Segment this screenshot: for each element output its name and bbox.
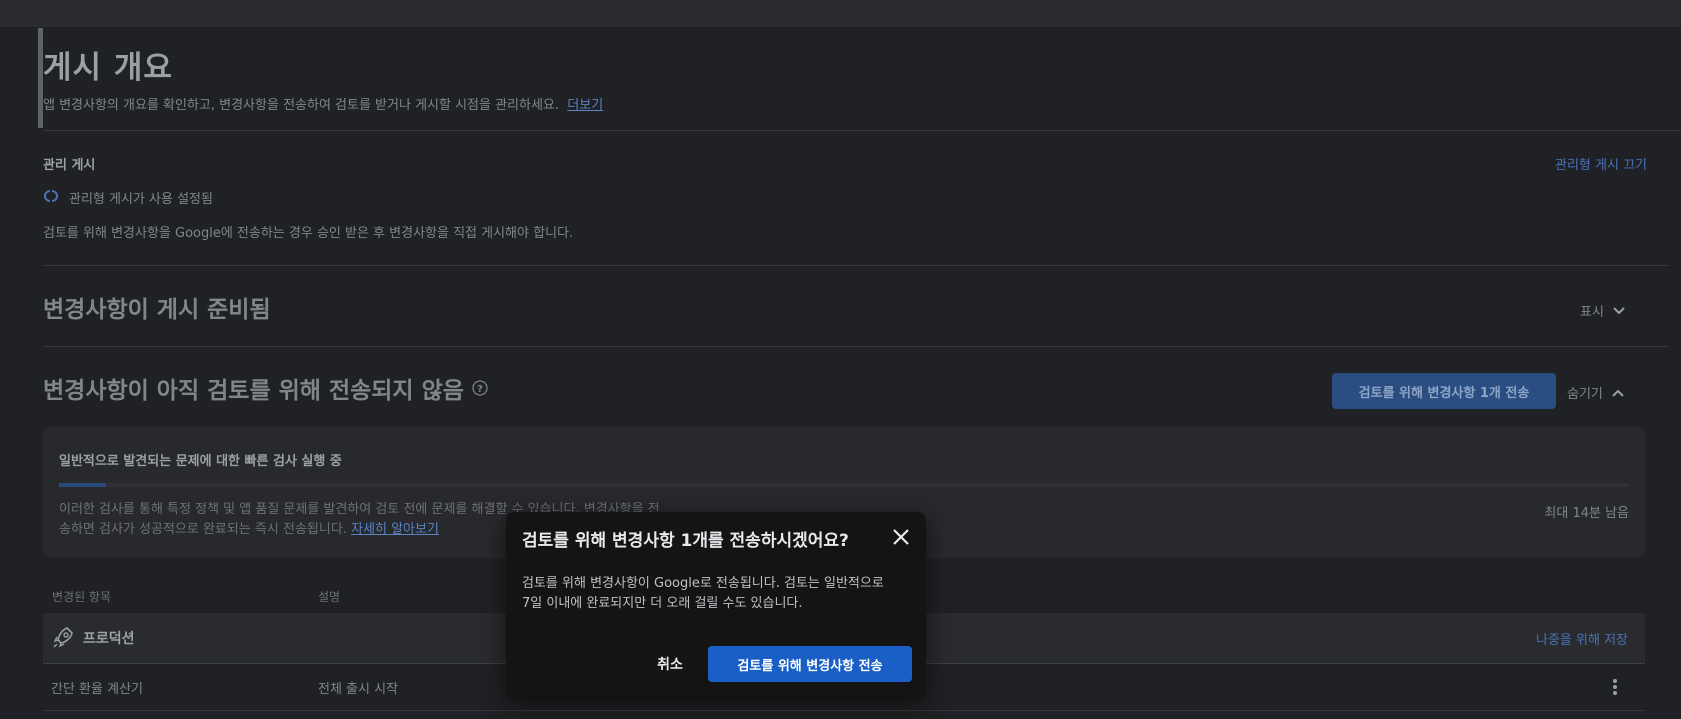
row-item: 간단 환율 계산기 (51, 682, 143, 697)
divider (43, 265, 1669, 266)
close-icon[interactable] (888, 524, 914, 550)
managed-publishing-status-text: 관리형 게시가 사용 설정됨 (69, 192, 213, 207)
confirm-send-button[interactable]: 검토를 위해 변경사항 전송 (708, 646, 912, 682)
column-header-description: 설명 (318, 590, 341, 604)
not-sent-title: 변경사항이 아직 검토를 위해 전송되지 않음 (43, 378, 464, 404)
cancel-button[interactable]: 취소 (636, 646, 704, 682)
quick-checks-progress-fill (59, 483, 107, 487)
dialog-body: 검토를 위해 변경사항이 Google로 전송됩니다. 검토는 일반적으로 7일… (522, 574, 917, 614)
production-label: 프로덕션 (83, 631, 135, 647)
column-header-changed-item: 변경된 항목 (52, 590, 112, 604)
divider (43, 710, 1645, 711)
chevron-down-icon (1613, 306, 1625, 314)
page-description: 앱 변경사항의 개요를 확인하고, 변경사항을 전송하여 검토를 받거나 게시할… (43, 94, 603, 113)
send-changes-for-review-button[interactable]: 검토를 위해 변경사항 1개 전송 (1332, 373, 1556, 409)
managed-publishing-label: 관리 게시 (43, 158, 96, 173)
save-for-later-link[interactable]: 나중을 위해 저장 (1536, 629, 1628, 648)
learn-more-link[interactable]: 자세히 알아보기 (351, 522, 439, 537)
more-vert-icon[interactable] (1612, 678, 1618, 696)
quick-checks-progress (59, 483, 1629, 487)
ready-to-publish-title: 변경사항이 게시 준비됨 (43, 297, 271, 323)
turn-off-managed-publishing-link[interactable]: 관리형 게시 끄기 (1555, 154, 1647, 173)
rocket-icon (53, 627, 73, 648)
dialog-body-line1: 검토를 위해 변경사항이 Google로 전송됩니다. 검토는 일반적으로 (522, 576, 884, 591)
managed-publishing-note: 검토를 위해 변경사항을 Google에 전송하는 경우 승인 받은 후 변경사… (43, 226, 574, 241)
page-description-text: 앱 변경사항의 개요를 확인하고, 변경사항을 전송하여 검토를 받거나 게시할… (43, 98, 560, 113)
row-description: 전체 출시 시작 (318, 682, 399, 697)
ready-to-publish-heading: 변경사항이 게시 준비됨 (43, 290, 271, 324)
not-sent-heading: 변경사항이 아직 검토를 위해 전송되지 않음 ? (43, 371, 488, 405)
send-for-review-dialog: 검토를 위해 변경사항 1개를 전송하시겠어요? 검토를 위해 변경사항이 Go… (506, 512, 926, 698)
page-title: 게시 개요 (43, 50, 173, 86)
top-bar (0, 0, 1681, 27)
managed-publishing-icon (43, 189, 59, 207)
more-link[interactable]: 더보기 (567, 98, 603, 113)
svg-text:?: ? (477, 384, 483, 395)
chevron-up-icon (1612, 389, 1624, 397)
divider (43, 346, 1669, 347)
ready-section-toggle-label: 표시 (1580, 305, 1604, 320)
divider (43, 130, 1681, 131)
ready-section-toggle[interactable]: 표시 (1580, 301, 1626, 320)
quick-checks-title: 일반적으로 발견되는 문제에 대한 빠른 검사 실행 중 (59, 454, 342, 469)
not-sent-section-toggle[interactable]: 숨기기 (1567, 383, 1625, 402)
not-sent-section-toggle-label: 숨기기 (1567, 387, 1603, 402)
quick-checks-description-line2: 송하면 검사가 성공적으로 완료되는 즉시 전송됩니다. (59, 522, 347, 537)
time-remaining: 최대 14분 남음 (1544, 506, 1629, 521)
help-icon[interactable]: ? (472, 380, 488, 396)
managed-publishing-status: 관리형 게시가 사용 설정됨 (43, 188, 213, 207)
dialog-body-line2: 7일 이내에 완료되지만 더 오래 걸릴 수도 있습니다. (522, 596, 803, 611)
dialog-title: 검토를 위해 변경사항 1개를 전송하시겠어요? (522, 531, 849, 551)
